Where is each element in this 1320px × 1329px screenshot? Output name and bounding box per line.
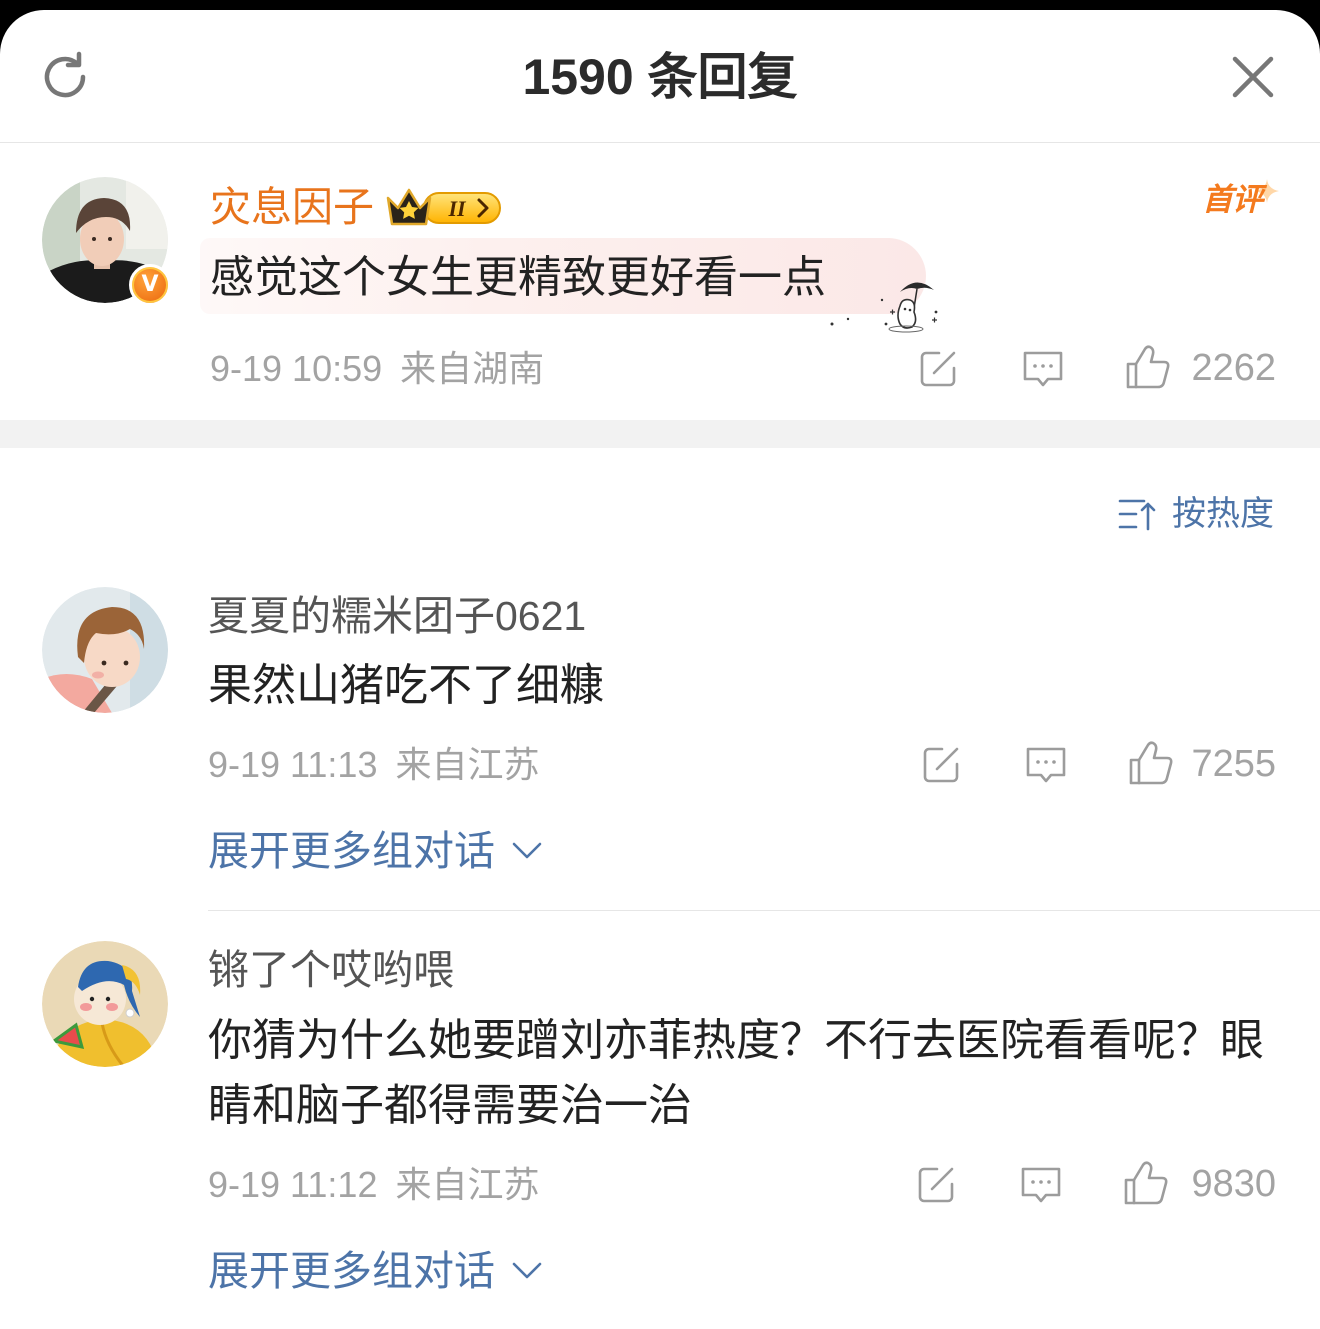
reply-text: 果然山猪吃不了细糠: [208, 661, 604, 710]
share-button[interactable]: [917, 348, 959, 390]
reply-username[interactable]: 锵了个哎哟喂: [208, 947, 454, 993]
root-comment-meta: 9-19 10:59 来自湖南: [210, 348, 544, 390]
comment-icon: [1021, 1167, 1061, 1203]
comment-time: 9-19 11:12: [208, 1164, 378, 1205]
root-username[interactable]: 灾息因子: [210, 184, 374, 230]
comment-time: 9-19 10:59: [210, 348, 383, 389]
comment-location: 来自江苏: [395, 744, 540, 785]
expand-thread-label: 展开更多组对话: [208, 828, 495, 874]
share-icon: [923, 747, 959, 783]
comment-location: 来自湖南: [400, 348, 545, 389]
page-title: 1590 条回复: [522, 49, 798, 105]
chevron-down-icon: [512, 842, 542, 859]
comment-icon: [1023, 351, 1063, 387]
avatar[interactable]: [42, 941, 168, 1067]
sort-label: 按热度: [1172, 495, 1274, 533]
comment-icon: [1026, 747, 1066, 783]
section-separator: [0, 420, 1320, 448]
first-comment-label: 首评: [1202, 182, 1263, 217]
chevron-down-icon: [512, 1262, 542, 1279]
expand-thread-button[interactable]: 展开更多组对话: [208, 1248, 543, 1294]
reply-meta: 9-19 11:12 来自江苏: [208, 1164, 540, 1206]
expand-thread-label: 展开更多组对话: [208, 1248, 495, 1294]
share-icon: [918, 1167, 954, 1203]
share-icon: [920, 351, 956, 387]
first-comment-badge: 首评: [1198, 178, 1288, 226]
comment-button[interactable]: [1021, 349, 1065, 389]
reply-meta: 9-19 11:13 来自江苏: [208, 744, 540, 786]
thumbs-up-icon: [1124, 1161, 1168, 1205]
like-count: 7255: [1191, 743, 1276, 785]
like-button[interactable]: [1124, 343, 1172, 391]
thumbs-up-icon: [1129, 741, 1173, 785]
close-icon: [1232, 56, 1274, 98]
expand-thread-button[interactable]: 展开更多组对话: [208, 828, 543, 874]
avatar-image: [42, 587, 168, 713]
reply-divider: [208, 910, 1320, 911]
sort-icon: [1118, 499, 1156, 531]
crown-level-badge-icon[interactable]: II: [384, 184, 504, 230]
umbrella-sticker: [830, 282, 938, 333]
comment-button[interactable]: [1024, 745, 1068, 785]
like-count: 9830: [1191, 1163, 1276, 1205]
comment-button[interactable]: [1019, 1165, 1063, 1205]
reply-username[interactable]: 夏夏的糯米团子0621: [208, 593, 586, 639]
verified-badge-icon: V: [129, 264, 171, 306]
root-comment-text: 感觉这个女生更精致更好看一点: [210, 253, 826, 302]
avatar[interactable]: [42, 587, 168, 713]
header-divider: [0, 142, 1320, 143]
like-button[interactable]: [1122, 1159, 1170, 1207]
comment-time: 9-19 11:13: [208, 744, 378, 785]
thumbs-up-icon: [1126, 345, 1170, 389]
replies-panel: 1590 条回复 V 灾息因子 II 首评 感觉这个女生更精致更好看一点 9-1…: [0, 0, 1320, 1329]
share-button[interactable]: [915, 1164, 957, 1206]
share-button[interactable]: [920, 744, 962, 786]
close-button[interactable]: [1229, 53, 1277, 101]
like-count: 2262: [1191, 347, 1276, 389]
reply-text: 你猜为什么她要蹭刘亦菲热度？不行去医院看看呢？眼睛和脑子都得需要治一治: [208, 1016, 1264, 1130]
sort-button[interactable]: 按热度: [1112, 490, 1278, 538]
like-button[interactable]: [1127, 739, 1175, 787]
avatar-image: [42, 941, 168, 1067]
comment-location: 来自江苏: [395, 1164, 540, 1205]
level-badge-text: II: [447, 196, 467, 221]
